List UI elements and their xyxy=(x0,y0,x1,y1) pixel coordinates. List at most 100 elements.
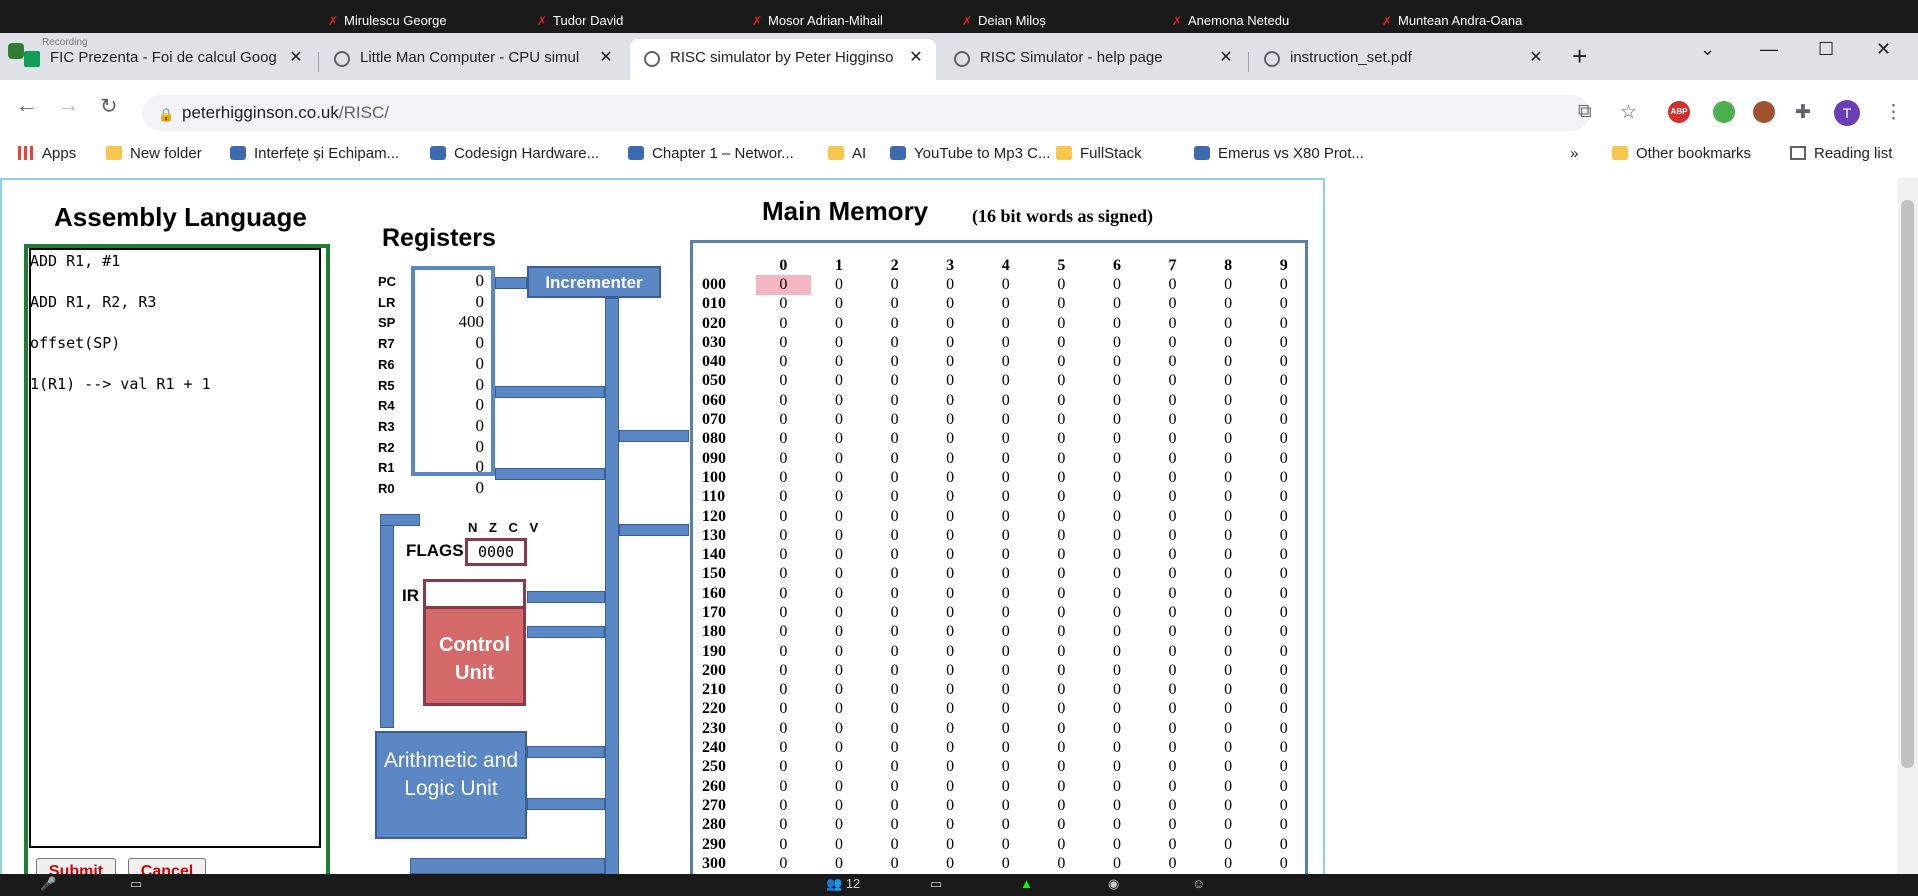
close-tab-icon[interactable]: ✕ xyxy=(1526,48,1546,68)
memory-cell[interactable]: 0 xyxy=(1034,738,1090,757)
memory-cell[interactable]: 0 xyxy=(1145,372,1201,391)
memory-cell[interactable]: 0 xyxy=(867,430,923,449)
memory-cell[interactable]: 0 xyxy=(1034,275,1090,294)
memory-cell[interactable]: 0 xyxy=(978,603,1034,622)
memory-cell[interactable]: 0 xyxy=(1034,468,1090,487)
memory-cell[interactable]: 0 xyxy=(756,816,812,835)
memory-cell[interactable]: 0 xyxy=(1034,410,1090,429)
memory-cell[interactable]: 0 xyxy=(1034,314,1090,333)
memory-cell[interactable]: 0 xyxy=(811,314,867,333)
memory-cell[interactable]: 0 xyxy=(811,391,867,410)
memory-cell[interactable]: 0 xyxy=(1089,584,1145,603)
memory-cell[interactable]: 0 xyxy=(811,372,867,391)
memory-cell[interactable]: 0 xyxy=(811,565,867,584)
memory-cell[interactable]: 0 xyxy=(756,352,812,371)
memory-cell[interactable]: 0 xyxy=(867,584,923,603)
memory-cell[interactable]: 0 xyxy=(978,700,1034,719)
memory-cell[interactable]: 0 xyxy=(1256,275,1312,294)
memory-cell[interactable]: 0 xyxy=(1145,835,1201,854)
memory-cell[interactable]: 0 xyxy=(1256,391,1312,410)
tab-1[interactable]: Little Man Computer - CPU simul ✕ xyxy=(320,39,626,80)
memory-cell[interactable]: 0 xyxy=(1034,623,1090,642)
extension-icon[interactable] xyxy=(1713,101,1735,123)
memory-cell[interactable]: 0 xyxy=(756,507,812,526)
memory-cell[interactable]: 0 xyxy=(756,372,812,391)
memory-cell[interactable]: 0 xyxy=(922,661,978,680)
memory-cell[interactable]: 0 xyxy=(756,642,812,661)
memory-cell[interactable]: 0 xyxy=(756,545,812,564)
reload-icon[interactable]: ↻ xyxy=(100,94,118,119)
memory-cell[interactable]: 0 xyxy=(1089,565,1145,584)
tab-search-icon[interactable]: ⌄ xyxy=(1700,39,1715,60)
close-window-button[interactable]: ✕ xyxy=(1876,39,1891,60)
memory-cell[interactable]: 0 xyxy=(922,488,978,507)
memory-cell[interactable]: 0 xyxy=(756,430,812,449)
memory-cell[interactable]: 0 xyxy=(1145,488,1201,507)
memory-cell[interactable]: 0 xyxy=(756,719,812,738)
memory-cell[interactable]: 0 xyxy=(1256,584,1312,603)
memory-cell[interactable]: 0 xyxy=(867,796,923,815)
memory-cell[interactable]: 0 xyxy=(1145,565,1201,584)
memory-cell[interactable]: 0 xyxy=(1089,391,1145,410)
share-screen-icon[interactable]: ▲ xyxy=(1020,876,1033,891)
lock-icon[interactable]: 🔒 xyxy=(158,107,174,123)
memory-cell[interactable]: 0 xyxy=(978,681,1034,700)
memory-cell[interactable]: 0 xyxy=(867,295,923,314)
memory-cell[interactable]: 0 xyxy=(978,816,1034,835)
memory-cell[interactable]: 0 xyxy=(867,545,923,564)
memory-cell[interactable]: 0 xyxy=(1256,565,1312,584)
memory-cell[interactable]: 0 xyxy=(922,565,978,584)
memory-cell[interactable]: 0 xyxy=(978,777,1034,796)
memory-cell[interactable]: 0 xyxy=(1145,719,1201,738)
memory-cell[interactable]: 0 xyxy=(1034,835,1090,854)
memory-cell[interactable]: 0 xyxy=(1256,314,1312,333)
tab-2[interactable]: RISC simulator by Peter Higginso ✕ xyxy=(630,39,936,80)
memory-cell[interactable]: 0 xyxy=(978,430,1034,449)
memory-cell[interactable]: 0 xyxy=(1200,275,1256,294)
memory-cell[interactable]: 0 xyxy=(867,488,923,507)
bookmark-5[interactable]: AI xyxy=(828,140,866,168)
memory-cell[interactable]: 0 xyxy=(867,565,923,584)
memory-cell[interactable]: 0 xyxy=(1034,352,1090,371)
memory-cell[interactable]: 0 xyxy=(1200,700,1256,719)
memory-cell[interactable]: 0 xyxy=(811,816,867,835)
maximize-button[interactable]: ☐ xyxy=(1818,39,1834,60)
memory-cell[interactable]: 0 xyxy=(811,603,867,622)
memory-cell[interactable]: 0 xyxy=(1089,854,1145,873)
memory-cell[interactable]: 0 xyxy=(1200,488,1256,507)
memory-cell[interactable]: 0 xyxy=(978,410,1034,429)
new-tab-button[interactable]: + xyxy=(1572,41,1587,71)
memory-cell[interactable]: 0 xyxy=(978,391,1034,410)
memory-cell[interactable]: 0 xyxy=(756,854,812,873)
memory-cell[interactable]: 0 xyxy=(922,623,978,642)
memory-cell[interactable]: 0 xyxy=(978,295,1034,314)
memory-cell[interactable]: 0 xyxy=(867,758,923,777)
memory-cell[interactable]: 0 xyxy=(867,661,923,680)
memory-cell[interactable]: 0 xyxy=(1089,410,1145,429)
chat-icon[interactable]: ▭ xyxy=(930,876,942,892)
memory-cell[interactable]: 0 xyxy=(922,295,978,314)
memory-cell[interactable]: 0 xyxy=(1034,796,1090,815)
memory-cell[interactable]: 0 xyxy=(1034,449,1090,468)
memory-cell[interactable]: 0 xyxy=(922,758,978,777)
memory-cell[interactable]: 0 xyxy=(867,352,923,371)
memory-cell[interactable]: 0 xyxy=(922,719,978,738)
extensions-puzzle-icon[interactable]: ✚ xyxy=(1795,101,1811,124)
memory-cell[interactable]: 0 xyxy=(978,526,1034,545)
memory-cell[interactable]: 0 xyxy=(922,777,978,796)
memory-cell[interactable]: 0 xyxy=(1089,642,1145,661)
memory-cell[interactable]: 0 xyxy=(811,584,867,603)
memory-cell[interactable]: 0 xyxy=(1145,352,1201,371)
cookie-extension-icon[interactable] xyxy=(1753,101,1775,123)
memory-cell[interactable]: 0 xyxy=(1145,391,1201,410)
memory-cell[interactable]: 0 xyxy=(1089,758,1145,777)
memory-cell[interactable]: 0 xyxy=(1256,700,1312,719)
memory-cell[interactable]: 0 xyxy=(1200,545,1256,564)
memory-cell[interactable]: 0 xyxy=(922,545,978,564)
bookmark-6[interactable]: YouTube to Mp3 C... xyxy=(890,140,1050,168)
memory-cell[interactable]: 0 xyxy=(1200,835,1256,854)
memory-cell[interactable]: 0 xyxy=(1256,835,1312,854)
memory-cell[interactable]: 0 xyxy=(922,333,978,352)
memory-cell[interactable]: 0 xyxy=(922,410,978,429)
bookmark-2[interactable]: Interfețe și Echipam... xyxy=(230,140,399,168)
